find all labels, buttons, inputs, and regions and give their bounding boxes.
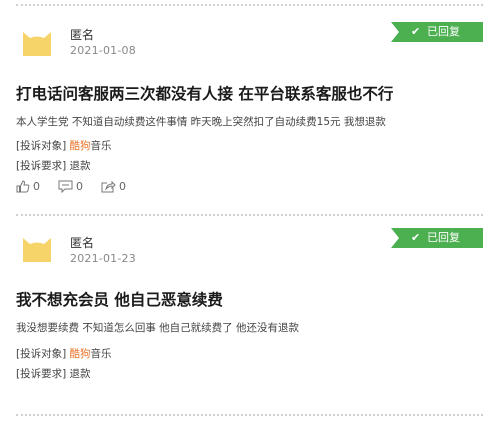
post-date: 2021-01-23 [70, 252, 136, 265]
complaint-target-label: [投诉对象] [16, 348, 67, 360]
complaint-target-link[interactable]: 酷狗 [70, 140, 91, 152]
complaint-request-label: [投诉要求] [16, 368, 67, 380]
complaint-title[interactable]: 我不想充会员 他自己恶意续费 [16, 288, 223, 310]
complaint-description: 我没想要续费 不知道怎么回事 他自己就续费了 他还没有退款 [16, 322, 300, 334]
complaint-card-1[interactable]: 匿名 2021-01-08 ✔ 已回复 打电话问客服两三次都没有人接 在平台联系… [0, 0, 499, 210]
like-count: 0 [33, 180, 40, 193]
avatar [20, 232, 54, 264]
comment-button[interactable]: 0 [58, 180, 83, 193]
replied-badge: ✔ 已回复 [391, 228, 483, 248]
check-icon: ✔ [411, 231, 421, 244]
badge-label: 已回复 [427, 25, 460, 38]
cat-avatar-icon [23, 32, 51, 56]
comment-icon [58, 180, 73, 193]
complaint-title[interactable]: 打电话问客服两三次都没有人接 在平台联系客服也不行 [16, 82, 393, 104]
avatar [20, 26, 54, 58]
complaint-target: [投诉对象] 酷狗音乐 [16, 138, 112, 153]
comment-count: 0 [76, 180, 83, 193]
action-bar: 0 0 0 [16, 180, 144, 193]
like-button[interactable]: 0 [16, 180, 40, 193]
complaint-target-link[interactable]: 酷狗 [70, 348, 91, 360]
complaint-request-value: 退款 [69, 368, 91, 380]
complaint-request: [投诉要求] 退款 [16, 158, 91, 173]
divider-bottom [16, 414, 483, 416]
complaint-request-value: 退款 [69, 160, 91, 172]
complaint-target-label: [投诉对象] [16, 140, 67, 152]
complaint-description: 本人学生党 不知道自动续费这件事情 昨天晚上突然扣了自动续费15元 我想退款 [16, 116, 386, 128]
username: 匿名 [70, 28, 95, 42]
complaint-card-2[interactable]: 匿名 2021-01-23 ✔ 已回复 我不想充会员 他自己恶意续费 我没想要续… [0, 214, 499, 414]
complaint-target: [投诉对象] 酷狗音乐 [16, 346, 112, 361]
complaint-target-rest: 音乐 [90, 348, 112, 360]
check-icon: ✔ [411, 25, 421, 38]
share-icon [101, 180, 116, 193]
share-button[interactable]: 0 [101, 180, 126, 193]
thumbs-up-icon [16, 180, 30, 193]
cat-avatar-icon [23, 238, 51, 262]
post-date: 2021-01-08 [70, 44, 136, 57]
share-count: 0 [119, 180, 126, 193]
complaint-request-label: [投诉要求] [16, 160, 67, 172]
complaint-request: [投诉要求] 退款 [16, 366, 91, 381]
badge-label: 已回复 [427, 231, 460, 244]
replied-badge: ✔ 已回复 [391, 22, 483, 42]
complaint-target-rest: 音乐 [90, 140, 112, 152]
username: 匿名 [70, 236, 95, 250]
